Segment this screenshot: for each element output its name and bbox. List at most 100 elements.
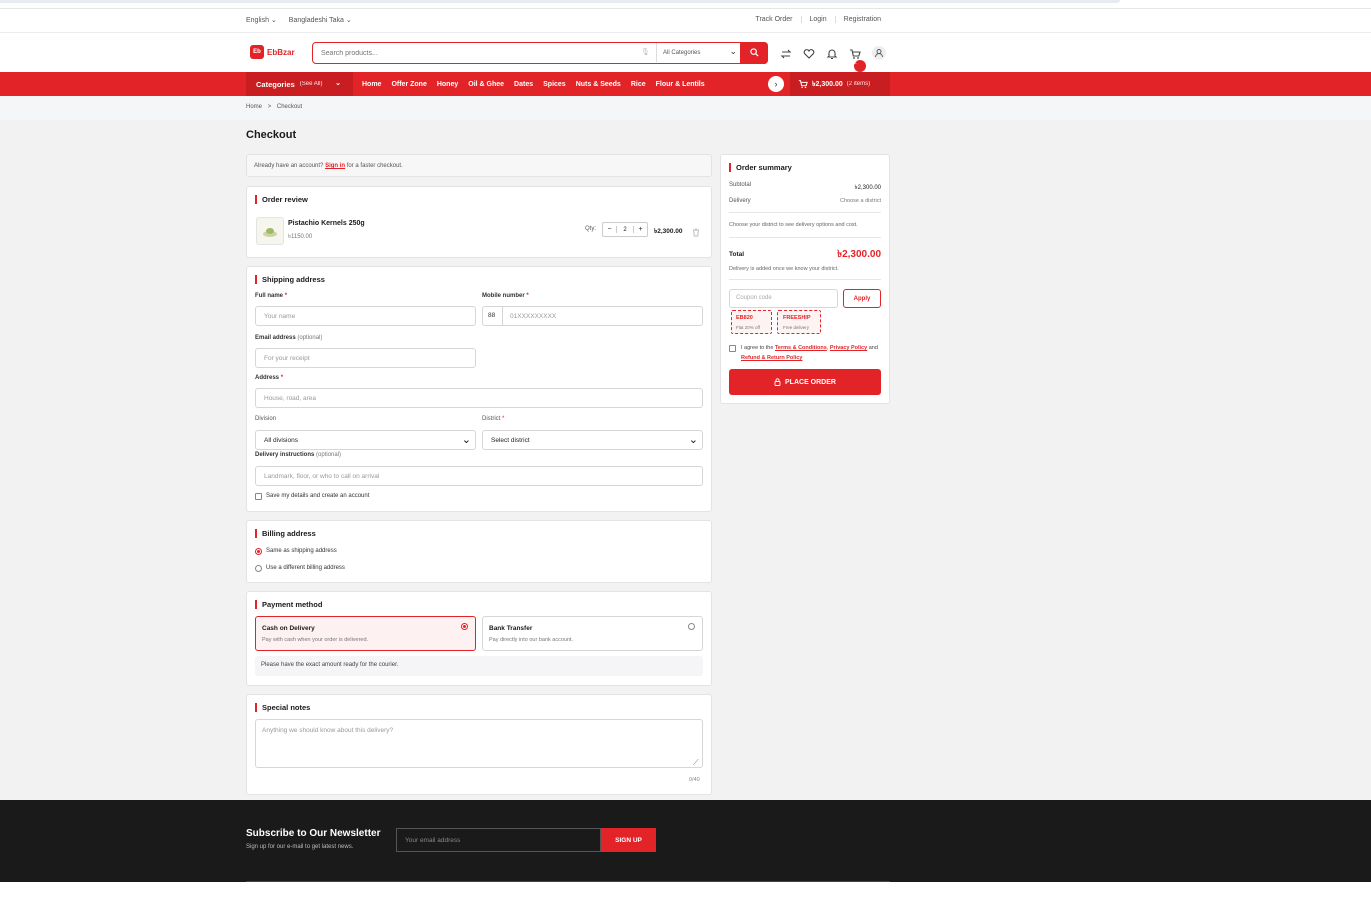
notification-bell-icon[interactable] bbox=[826, 47, 838, 60]
terms-link[interactable]: Terms & Conditions bbox=[775, 345, 827, 351]
footer-divider bbox=[246, 881, 890, 882]
agree-terms-text: I agree to the Terms & Conditions, Priva… bbox=[741, 345, 878, 361]
total-note: Delivery is added once we know your dist… bbox=[729, 266, 839, 272]
mobile-label: Mobile number * bbox=[482, 293, 529, 299]
signin-link[interactable]: Sign in bbox=[325, 163, 345, 169]
newsletter-signup-button[interactable]: SIGN UP bbox=[601, 828, 656, 852]
nav-item-dates[interactable]: Dates bbox=[514, 81, 543, 88]
divider bbox=[729, 279, 881, 280]
privacy-link[interactable]: Privacy Policy bbox=[830, 345, 867, 351]
payment-option-bank[interactable]: Bank Transfer Pay directly into our bank… bbox=[482, 616, 703, 651]
place-order-button[interactable]: PLACE ORDER bbox=[729, 369, 881, 395]
coupon-chip-freeship[interactable]: FREESHIP Free delivery bbox=[777, 310, 821, 334]
full-name-input[interactable]: Your name bbox=[255, 306, 476, 326]
qty-increase-button[interactable]: + bbox=[633, 226, 647, 233]
nav-item-home[interactable]: Home bbox=[362, 81, 391, 88]
cart-icon bbox=[798, 80, 808, 89]
compare-icon[interactable] bbox=[780, 47, 792, 59]
nav-item-honey[interactable]: Honey bbox=[437, 81, 468, 88]
email-input[interactable]: For your receipt bbox=[255, 348, 476, 368]
nav-item-nuts-seeds[interactable]: Nuts & Seeds bbox=[576, 81, 631, 88]
nav-item-flour-lentils[interactable]: Flour & Lentils bbox=[656, 81, 715, 88]
shipping-address-card: Shipping address Full name * Your name M… bbox=[246, 266, 712, 512]
search-bar: 🎙 All Categories⌄ bbox=[312, 41, 768, 64]
refund-link[interactable]: Refund & Return Policy bbox=[741, 355, 802, 361]
section-title: Order summary bbox=[729, 163, 792, 172]
address-input[interactable]: House, road, area bbox=[255, 388, 703, 408]
product-unit-price: ৳1150.00 bbox=[288, 234, 313, 240]
billing-same-label[interactable]: Same as shipping address bbox=[266, 548, 337, 554]
user-avatar-icon[interactable] bbox=[872, 46, 886, 60]
browser-top-strip bbox=[0, 0, 1120, 3]
line-total: ৳2,300.00 bbox=[654, 228, 683, 235]
cart-icon[interactable]: 2 bbox=[849, 47, 866, 72]
nav-item-spices[interactable]: Spices bbox=[543, 81, 576, 88]
notes-resize-handle[interactable]: ⟋ bbox=[693, 758, 699, 768]
track-order-link[interactable]: Track Order bbox=[747, 16, 800, 23]
coupon-input[interactable]: Coupon code bbox=[729, 289, 838, 308]
breadcrumb: Home > Checkout bbox=[0, 96, 1371, 120]
division-select[interactable]: All divisions ⌄ bbox=[255, 430, 476, 450]
section-title: Special notes bbox=[255, 703, 310, 712]
save-details-checkbox[interactable] bbox=[255, 493, 262, 500]
payment-note: Please have the exact amount ready for t… bbox=[255, 656, 703, 676]
breadcrumb-home[interactable]: Home bbox=[246, 104, 262, 110]
mobile-input[interactable]: 01XXXXXXXXX bbox=[510, 313, 556, 320]
save-details-label[interactable]: Save my details and create an account bbox=[266, 493, 369, 499]
signin-banner: Already have an account? Sign in for a f… bbox=[246, 154, 712, 177]
nav-scroll-right-button[interactable]: › bbox=[768, 76, 784, 92]
payment-option-cod[interactable]: Cash on Delivery Pay with cash when your… bbox=[255, 616, 476, 651]
qty-decrease-button[interactable]: − bbox=[603, 226, 617, 233]
logo-text: EbBzar bbox=[267, 47, 295, 57]
site-header: Eb EbBzar 🎙 All Categories⌄ 2 bbox=[0, 33, 1371, 72]
nav-cart-summary[interactable]: ৳2,300.00 (2 items) bbox=[790, 72, 890, 96]
login-link[interactable]: Login bbox=[800, 16, 835, 23]
product-name[interactable]: Pistachio Kernels 250g bbox=[288, 220, 365, 227]
special-notes-card: Special notes Anything we should know ab… bbox=[246, 694, 712, 795]
notes-textarea[interactable]: Anything we should know about this deliv… bbox=[255, 719, 703, 768]
apply-coupon-button[interactable]: Apply bbox=[843, 289, 881, 308]
newsletter-email-input[interactable]: Your email address bbox=[396, 828, 601, 852]
delivery-value: Choose a district bbox=[840, 198, 881, 204]
language-select[interactable]: English ⌄ bbox=[246, 16, 277, 24]
instructions-label: Delivery instructions (optional) bbox=[255, 452, 342, 458]
section-title: Payment method bbox=[255, 600, 322, 609]
currency-select[interactable]: Bangladeshi Taka ⌄ bbox=[289, 16, 352, 24]
nav-item-rice[interactable]: Rice bbox=[631, 81, 656, 88]
nav-item-offer-zone[interactable]: Offer Zone bbox=[391, 81, 436, 88]
instructions-input[interactable]: Landmark, floor, or who to call on arriv… bbox=[255, 466, 703, 486]
payment-bank-radio[interactable] bbox=[688, 623, 695, 630]
agree-terms-checkbox[interactable] bbox=[729, 345, 736, 352]
search-button[interactable] bbox=[740, 41, 768, 64]
mobile-prefix: 88 bbox=[483, 307, 503, 325]
registration-link[interactable]: Registration bbox=[834, 16, 889, 23]
section-title: Order review bbox=[255, 195, 308, 204]
nav-item-oil-ghee[interactable]: Oil & Ghee bbox=[468, 81, 514, 88]
qty-value[interactable]: 2 bbox=[617, 227, 633, 233]
payment-cod-radio[interactable] bbox=[461, 623, 468, 630]
billing-different-label[interactable]: Use a different billing address bbox=[266, 565, 345, 571]
trash-icon[interactable] bbox=[692, 224, 700, 242]
district-hint: Choose your district to see delivery opt… bbox=[729, 222, 858, 228]
division-label: Division bbox=[255, 416, 277, 422]
category-select[interactable]: All Categories ⌄ bbox=[656, 43, 741, 62]
chevron-down-icon: ⌄ bbox=[335, 80, 341, 87]
site-logo[interactable]: Eb EbBzar bbox=[250, 45, 295, 59]
email-label: Email address (optional) bbox=[255, 335, 323, 341]
chevron-down-icon: ⌄ bbox=[270, 17, 277, 24]
district-select[interactable]: Select district ⌄ bbox=[482, 430, 703, 450]
coupon-chip-eb820[interactable]: EB820 Flat 20% off bbox=[731, 310, 772, 334]
divider bbox=[729, 237, 881, 238]
wishlist-heart-icon[interactable] bbox=[803, 47, 815, 59]
microphone-icon[interactable]: 🎙 bbox=[641, 48, 650, 56]
cart-count-badge: 2 bbox=[854, 60, 866, 72]
search-input[interactable] bbox=[313, 49, 633, 57]
categories-menu-button[interactable]: Categories (See All) ⌄ bbox=[246, 72, 353, 96]
billing-different-radio[interactable] bbox=[255, 565, 262, 572]
main-nav: Categories (See All) ⌄ Home Offer Zone Hon… bbox=[0, 72, 1371, 96]
payment-method-card: Payment method Cash on Delivery Pay with… bbox=[246, 591, 712, 686]
billing-same-radio[interactable] bbox=[255, 548, 262, 555]
lock-icon bbox=[774, 378, 781, 386]
notes-char-counter: 0/40 bbox=[689, 777, 700, 783]
billing-address-card: Billing address Same as shipping address… bbox=[246, 520, 712, 583]
